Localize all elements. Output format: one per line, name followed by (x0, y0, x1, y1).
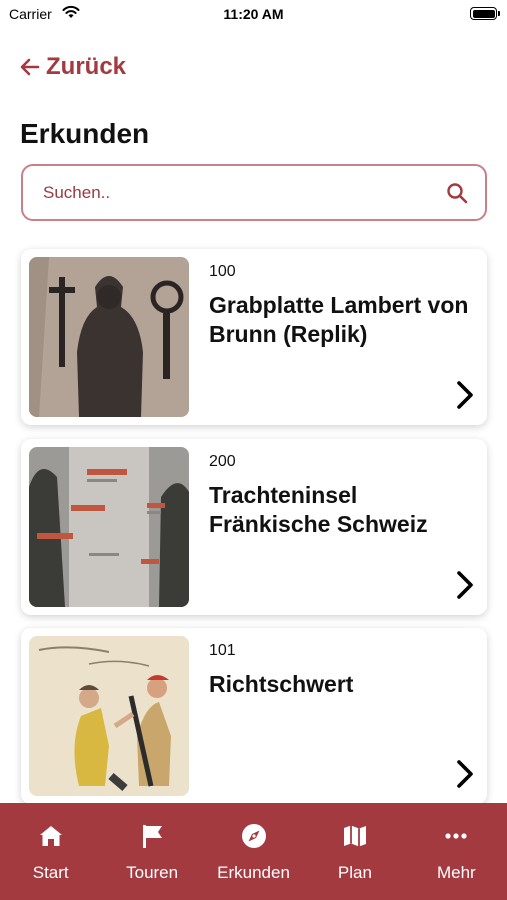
search-icon[interactable] (445, 181, 469, 205)
item-number: 100 (209, 263, 236, 280)
item-title: Trachteninsel Fränkische Schweiz (209, 482, 428, 537)
tab-label: Mehr (436, 863, 476, 882)
chevron-right-icon (457, 571, 473, 599)
flag-icon (143, 825, 163, 848)
tab-touren[interactable]: Touren (101, 803, 202, 900)
back-button[interactable]: Zurück (18, 52, 126, 82)
tab-label: Plan (337, 863, 372, 882)
item-thumbnail (29, 447, 189, 607)
map-icon (343, 825, 366, 847)
page-title: Erkunden (20, 118, 150, 149)
tab-bar: Start Touren Erkunden Plan Mehr (0, 803, 507, 900)
item-thumbnail (29, 636, 189, 796)
tab-label: Start (32, 863, 69, 882)
item-number: 200 (209, 453, 236, 470)
compass-icon (241, 824, 266, 848)
clock: 11:20 AM (223, 6, 284, 22)
list-item[interactable]: 101 Richtschwert (21, 628, 487, 804)
search-input[interactable] (43, 166, 443, 219)
list-item[interactable]: 200 Trachteninsel Fränkische Schweiz (21, 439, 487, 615)
more-icon (445, 833, 467, 839)
tab-label: Erkunden (217, 863, 290, 882)
item-title: Grabplatte Lambert von Brunn (Replik) (209, 292, 469, 347)
list-item[interactable]: 100 Grabplatte Lambert von Brunn (Replik… (21, 249, 487, 425)
item-thumbnail (29, 257, 189, 417)
item-number: 101 (209, 642, 236, 659)
search-box[interactable] (21, 164, 487, 221)
tab-start[interactable]: Start (0, 803, 101, 900)
tab-mehr[interactable]: Mehr (406, 803, 507, 900)
tab-label: Touren (126, 863, 179, 882)
chevron-right-icon (457, 760, 473, 788)
home-icon (39, 826, 62, 846)
battery-icon (470, 7, 500, 20)
status-bar: Carrier 11:20 AM (0, 0, 507, 30)
chevron-right-icon (457, 381, 473, 409)
tab-plan[interactable]: Plan (304, 803, 405, 900)
item-title: Richtschwert (209, 671, 354, 697)
arrow-left-icon (20, 58, 40, 76)
tab-erkunden[interactable]: Erkunden (203, 803, 304, 900)
back-label: Zurück (46, 53, 127, 80)
